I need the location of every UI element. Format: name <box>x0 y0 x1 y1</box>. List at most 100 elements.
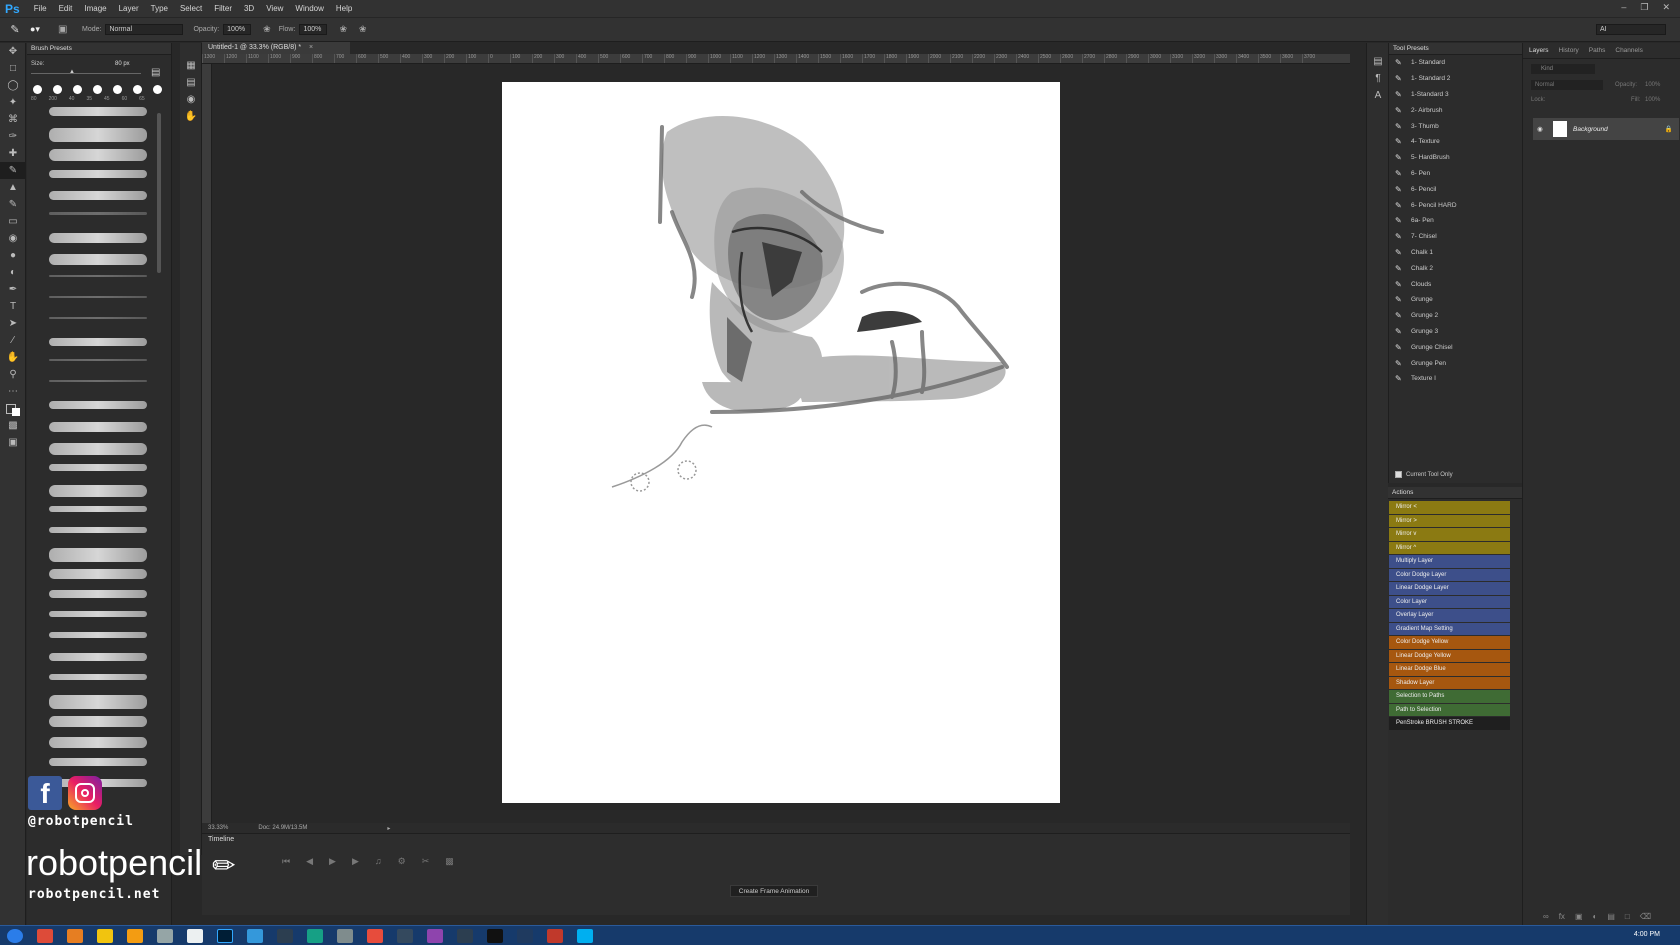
restore-icon[interactable]: ❐ <box>1640 2 1648 13</box>
folder-icon[interactable] <box>127 928 143 943</box>
color-swatches-icon[interactable] <box>0 400 26 417</box>
group-icon[interactable]: ▤ <box>1607 912 1615 921</box>
visibility-eye-icon[interactable]: ◉ <box>1533 125 1547 133</box>
brush-preset-stroke[interactable] <box>49 695 147 709</box>
layer-row[interactable]: ◉ Background 🔒 <box>1533 118 1679 140</box>
tool-preset-item[interactable]: ✎ Grunge <box>1389 292 1522 308</box>
brush-tip[interactable] <box>73 85 82 94</box>
app-icon[interactable] <box>247 928 263 943</box>
line-tool-icon[interactable]: ∕ <box>0 332 26 349</box>
pressure-size-icon[interactable]: ❀ <box>359 24 367 35</box>
tool-preset-item[interactable]: ✎ 1- Standard <box>1389 55 1522 71</box>
action-button[interactable]: Color Layer <box>1389 595 1510 609</box>
audio-icon[interactable]: ♫ <box>375 856 382 867</box>
brush-preset-stroke[interactable] <box>49 275 147 277</box>
app-icon[interactable] <box>397 928 413 943</box>
photoshop-taskbar-icon[interactable] <box>217 928 233 943</box>
menu-view[interactable]: View <box>260 4 289 13</box>
document-tab[interactable]: Untitled-1 @ 33.3% (RGB/8) * × <box>202 42 350 54</box>
settings-icon[interactable]: ⚙ <box>398 856 406 867</box>
brush-preset-stroke[interactable] <box>49 401 147 409</box>
app-icon[interactable] <box>277 928 293 943</box>
skype-icon[interactable] <box>577 928 593 943</box>
brush-panel-toggle-icon[interactable]: ▣ <box>58 24 76 35</box>
tool-preset-item[interactable]: ✎ 4- Texture <box>1389 134 1522 150</box>
action-button[interactable]: Shadow Layer <box>1389 676 1510 690</box>
mask-icon[interactable]: ▣ <box>1575 912 1583 921</box>
action-button[interactable]: Mirror v <box>1389 528 1510 542</box>
current-tool-only-checkbox[interactable] <box>1395 471 1402 478</box>
more-tools-icon[interactable]: ⋯ <box>0 383 26 400</box>
tool-preset-item[interactable]: ✎ Chalk 1 <box>1389 245 1522 261</box>
healing-tool-icon[interactable]: ✚ <box>0 145 26 162</box>
opacity-field[interactable]: 100% <box>223 24 252 35</box>
tool-preset-item[interactable]: ✎ 1- Standard 2 <box>1389 71 1522 87</box>
tab-channels[interactable]: Channels <box>1615 47 1642 54</box>
brush-tip[interactable] <box>33 85 42 94</box>
pen-tool-icon[interactable]: ✒ <box>0 281 26 298</box>
tool-preset-item[interactable]: ✎ Grunge Pen <box>1389 355 1522 371</box>
action-button[interactable]: Multiply Layer <box>1389 555 1510 569</box>
move-tool-icon[interactable]: ✥ <box>0 43 26 60</box>
brush-preset-stroke[interactable] <box>49 338 147 346</box>
mode-select[interactable]: Normal <box>105 24 184 35</box>
brush-preset-stroke[interactable] <box>49 506 147 512</box>
tool-preset-item[interactable]: ✎ Grunge 2 <box>1389 308 1522 324</box>
brush-preset-stroke[interactable] <box>49 653 147 661</box>
transition-icon[interactable]: ▩ <box>445 856 454 867</box>
history-brush-tool-icon[interactable]: ✎ <box>0 196 26 213</box>
airbrush-icon[interactable]: ❀ <box>339 24 347 35</box>
action-button[interactable]: Selection to Paths <box>1389 690 1510 704</box>
minimize-icon[interactable]: – <box>1621 2 1626 13</box>
size-value[interactable]: 80 px <box>115 61 130 67</box>
tab-paths[interactable]: Paths <box>1589 47 1606 54</box>
action-button[interactable]: Mirror > <box>1389 514 1510 528</box>
app-icon[interactable] <box>457 928 473 943</box>
action-button[interactable]: Mirror < <box>1389 501 1510 515</box>
tool-preset-item[interactable]: ✎ 7- Chisel <box>1389 229 1522 245</box>
size-slider[interactable] <box>31 73 141 74</box>
action-button[interactable]: PenStroke BRUSH STROKE <box>1389 717 1510 731</box>
tool-preset-item[interactable]: ✎ 6- Pencil HARD <box>1389 197 1522 213</box>
flow-field[interactable]: 100% <box>299 24 328 35</box>
quick-select-tool-icon[interactable]: ✦ <box>0 94 26 111</box>
menu-file[interactable]: File <box>28 4 53 13</box>
brush-preset-stroke[interactable] <box>49 737 147 748</box>
mixer-icon[interactable]: ◉ <box>180 91 202 108</box>
brush-tip[interactable] <box>153 85 162 94</box>
menu-help[interactable]: Help <box>330 4 358 13</box>
character-icon[interactable]: A <box>1367 87 1389 104</box>
brush-preset-stroke[interactable] <box>49 233 147 243</box>
size-slider-handle[interactable]: ▲ <box>69 69 75 75</box>
brush-preset-stroke[interactable] <box>49 590 147 598</box>
split-icon[interactable]: ✂ <box>422 856 430 867</box>
app-icon[interactable] <box>427 928 443 943</box>
brush-tip[interactable] <box>53 85 62 94</box>
tab-layers[interactable]: Layers <box>1529 47 1549 54</box>
link-layers-icon[interactable]: ∞ <box>1543 912 1549 921</box>
app-icon[interactable] <box>187 928 203 943</box>
action-button[interactable]: Mirror ^ <box>1389 541 1510 555</box>
menu-image[interactable]: Image <box>78 4 112 13</box>
brush-preset-stroke[interactable] <box>49 107 147 116</box>
type-tool-icon[interactable]: T <box>0 298 26 315</box>
path-select-tool-icon[interactable]: ➤ <box>0 315 26 332</box>
screen-mode-icon[interactable]: ▣ <box>0 434 26 451</box>
clone-source-icon[interactable]: ▤ <box>180 74 202 91</box>
action-button[interactable]: Gradient Map Setting <box>1389 622 1510 636</box>
tool-preset-item[interactable]: ✎ Clouds <box>1389 276 1522 292</box>
new-preset-icon[interactable]: ▤ <box>151 67 160 78</box>
tool-preset-item[interactable]: ✎ Grunge Chisel <box>1389 339 1522 355</box>
menu-edit[interactable]: Edit <box>53 4 79 13</box>
marquee-tool-icon[interactable]: □ <box>0 60 26 77</box>
tool-preset-item[interactable]: ✎ 6- Pen <box>1389 166 1522 182</box>
tool-preset-item[interactable]: ✎ Chalk 2 <box>1389 260 1522 276</box>
quick-mask-icon[interactable]: ▩ <box>0 417 26 434</box>
action-button[interactable]: Color Dodge Layer <box>1389 568 1510 582</box>
start-icon[interactable] <box>7 928 23 943</box>
dodge-tool-icon[interactable]: ◐ <box>0 264 26 281</box>
pressure-opacity-icon[interactable]: ❀ <box>263 24 271 35</box>
layer-opacity-value[interactable]: 100% <box>1645 82 1660 88</box>
fx-icon[interactable]: fx <box>1559 912 1565 921</box>
tool-preset-item[interactable]: ✎ 6- Pencil <box>1389 181 1522 197</box>
